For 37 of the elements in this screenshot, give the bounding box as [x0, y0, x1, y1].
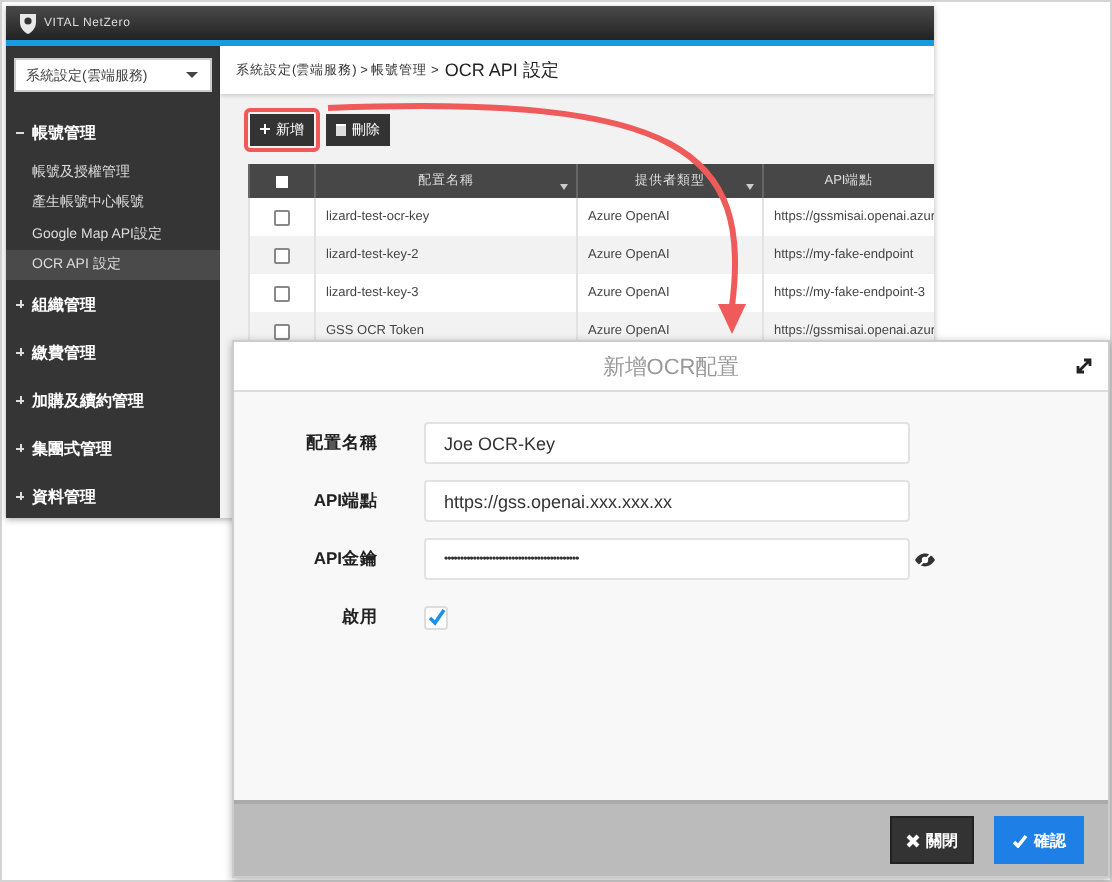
- caret-icon[interactable]: [560, 184, 568, 190]
- expand-icon: [16, 492, 24, 500]
- row-checkbox[interactable]: [273, 247, 289, 263]
- collapse-icon: [16, 128, 24, 136]
- input-field[interactable]: Joe OCR-Key: [424, 422, 910, 464]
- expand-icon: [16, 300, 24, 308]
- sidebar-group[interactable]: 加購及續約管理: [6, 376, 220, 424]
- field-label: API端點: [311, 489, 378, 513]
- sidebar-group[interactable]: 組織管理: [6, 280, 220, 328]
- expand-icon: [16, 348, 24, 356]
- check-icon: [1012, 833, 1028, 847]
- caret-icon[interactable]: [746, 184, 754, 190]
- expand-icon: [16, 396, 24, 404]
- sidebar-group[interactable]: 帳號管理: [6, 108, 220, 156]
- field-label: API金鑰: [311, 547, 378, 571]
- page-title: OCR API 設定: [444, 57, 559, 83]
- sidebar-group[interactable]: 集團式管理: [6, 424, 220, 472]
- field-label: 啟用: [340, 605, 378, 629]
- eye-slash-icon[interactable]: [914, 551, 936, 567]
- field-label: 配置名稱: [304, 431, 378, 455]
- sidebar-group[interactable]: 繳費管理: [6, 328, 220, 376]
- plus-icon: [260, 124, 270, 134]
- confirm-button[interactable]: 確認: [994, 816, 1084, 864]
- expand-icon: [16, 444, 24, 452]
- select-all-checkbox[interactable]: [276, 175, 288, 187]
- expand-icon[interactable]: [1076, 358, 1092, 374]
- close-icon: [906, 833, 920, 847]
- row-checkbox[interactable]: [273, 323, 289, 339]
- dialog-title: 新增OCR配置: [602, 353, 740, 381]
- row-checkbox[interactable]: [273, 285, 289, 301]
- sidebar-group[interactable]: 資料管理: [6, 472, 220, 518]
- close-button[interactable]: 關閉: [890, 816, 974, 864]
- enable-checkbox[interactable]: [424, 605, 448, 629]
- input-field[interactable]: https://gss.openai.xxx.xxx.xx: [424, 480, 910, 522]
- caret-icon: [186, 72, 198, 78]
- row-checkbox[interactable]: [273, 209, 289, 225]
- shield-logo-icon: [18, 12, 38, 34]
